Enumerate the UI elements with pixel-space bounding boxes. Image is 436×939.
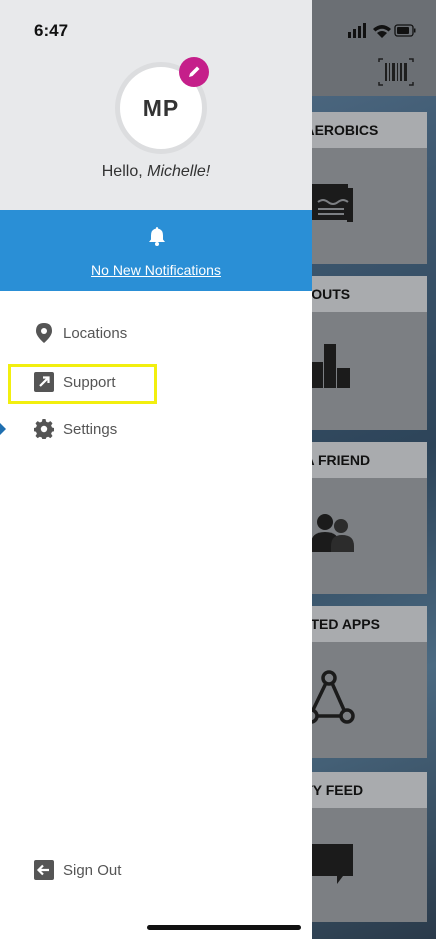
background-card[interactable]: ECTED APPS (300, 606, 427, 758)
menu-item-locations[interactable]: Locations (34, 321, 127, 345)
status-time: 6:47 (34, 21, 69, 40)
chat-bubble-icon (309, 844, 353, 884)
background-card[interactable]: VITY FEED (300, 772, 427, 922)
card-title: RKOUTS (301, 286, 351, 302)
barcode-icon[interactable] (378, 58, 414, 86)
greeting-name: Michelle! (147, 163, 211, 180)
edge-arrow-marker (0, 423, 6, 435)
sign-out-icon (34, 860, 54, 880)
swim-log-icon (312, 184, 353, 222)
greeting: Hello, Michelle! (0, 163, 312, 181)
pencil-icon (189, 66, 200, 77)
people-icon (311, 514, 354, 552)
notifications-bar (0, 210, 312, 291)
background-card[interactable]: R AEROBICS (300, 112, 427, 264)
card-title: ECTED APPS (301, 616, 380, 632)
menu-item-label: Locations (63, 324, 128, 342)
greeting-prefix: Hello, (101, 163, 143, 180)
sign-out-label: Sign Out (63, 861, 122, 879)
background-card[interactable]: RKOUTS (300, 276, 427, 430)
bar-chart-icon (311, 344, 350, 388)
menu-item-settings[interactable]: Settings (34, 417, 117, 441)
location-pin-icon (34, 323, 54, 343)
home-indicator[interactable] (147, 925, 301, 930)
card-title: R AEROBICS (301, 122, 379, 138)
notifications-link[interactable]: No New Notifications (0, 262, 312, 278)
card-title: R A FRIEND (301, 452, 371, 468)
bell-icon (149, 227, 165, 246)
highlight-box (8, 364, 157, 404)
menu-item-label: Settings (63, 420, 118, 438)
navigation-drawer: 6:47 MP Hello, Michelle! No New Notifica… (0, 0, 312, 939)
sign-out-button[interactable]: Sign Out (34, 858, 121, 882)
gear-icon (34, 419, 54, 439)
card-title: VITY FEED (301, 782, 364, 798)
edit-profile-button[interactable] (179, 57, 209, 87)
status-icons (348, 23, 416, 38)
background-card[interactable]: R A FRIEND (300, 442, 427, 594)
avatar-initials: MP (142, 94, 180, 121)
